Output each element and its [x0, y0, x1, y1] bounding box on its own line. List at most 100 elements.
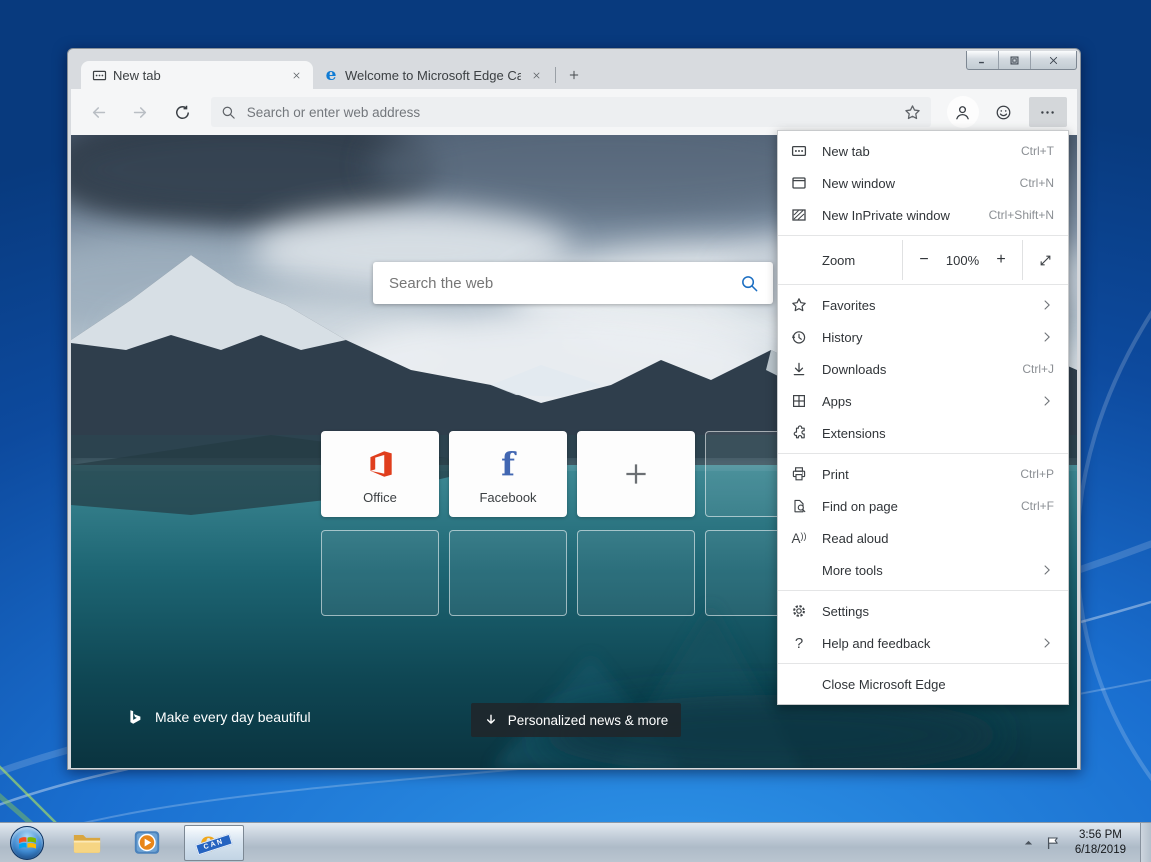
chevron-up-icon	[1022, 836, 1035, 849]
close-icon	[1048, 55, 1059, 66]
window-titlebar	[71, 49, 1077, 61]
smiley-icon	[995, 104, 1012, 121]
menu-item-new-inprivate-window[interactable]: New InPrivate window Ctrl+Shift+N	[778, 199, 1068, 231]
chevron-right-icon	[1040, 394, 1054, 408]
taskbar-clock[interactable]: 3:56 PM 6/18/2019	[1071, 828, 1130, 858]
refresh-icon	[174, 104, 191, 121]
bing-attribution[interactable]: Make every day beautiful	[127, 709, 311, 725]
menu-separator	[778, 284, 1068, 285]
menu-item-history[interactable]: History	[778, 321, 1068, 353]
tab-separator	[555, 67, 556, 83]
facebook-logo: f	[501, 444, 515, 484]
new-window-icon	[791, 175, 807, 191]
fullscreen-button[interactable]	[1022, 240, 1068, 280]
minimize-button[interactable]	[967, 51, 999, 69]
menu-item-new-window[interactable]: New window Ctrl+N	[778, 167, 1068, 199]
favorites-star-icon[interactable]	[904, 104, 921, 121]
close-window-button[interactable]	[1031, 51, 1076, 69]
forward-arrow-icon	[132, 104, 149, 121]
extensions-icon	[791, 425, 807, 441]
tab-close-icon[interactable]	[287, 66, 305, 84]
taskbar-windows-explorer[interactable]	[70, 826, 104, 860]
feedback-button[interactable]	[988, 96, 1020, 128]
edge-logo-icon: e	[323, 67, 339, 83]
menu-item-close-microsoft-edge[interactable]: Close Microsoft Edge	[778, 668, 1068, 700]
taskbar-edge-canary-active[interactable]: e CAN	[184, 825, 244, 861]
download-icon	[791, 361, 807, 377]
tile-empty[interactable]	[321, 530, 439, 616]
forward-button[interactable]	[127, 98, 155, 126]
menu-separator	[778, 663, 1068, 664]
ntp-search-input[interactable]	[387, 274, 740, 293]
tab-close-icon[interactable]	[527, 66, 545, 84]
taskbar: e CAN 3:56 PM 6/18/2019	[0, 822, 1151, 862]
menu-item-favorites[interactable]: Favorites	[778, 289, 1068, 321]
tab-title: New tab	[113, 68, 281, 83]
taskbar-media-player[interactable]	[130, 826, 164, 860]
maximize-button[interactable]	[999, 51, 1031, 69]
back-arrow-icon	[90, 104, 107, 121]
menu-item-apps[interactable]: Apps	[778, 385, 1068, 417]
edge-canary-icon: e CAN	[199, 829, 229, 857]
desktop: New tab e Welcome to Microsoft Edge Can	[0, 0, 1151, 862]
new-tab-page-icon	[91, 67, 107, 83]
tab-new-tab[interactable]: New tab	[81, 61, 313, 89]
chevron-right-icon	[1040, 563, 1054, 577]
inprivate-icon	[791, 207, 807, 223]
menu-item-read-aloud[interactable]: Read aloud	[778, 522, 1068, 554]
print-icon	[791, 466, 807, 482]
show-desktop-button[interactable]	[1140, 823, 1151, 862]
personalized-news-button[interactable]: Personalized news & more	[471, 703, 681, 737]
tile-empty[interactable]	[449, 530, 567, 616]
menu-item-more-tools[interactable]: More tools	[778, 554, 1068, 586]
search-icon[interactable]	[740, 274, 759, 293]
tab-strip: New tab e Welcome to Microsoft Edge Can	[71, 61, 1077, 89]
zoom-in-button[interactable]: +	[992, 251, 1010, 269]
navigation-toolbar	[71, 89, 1077, 135]
tile-facebook[interactable]: f Facebook	[449, 431, 567, 517]
help-icon	[791, 635, 807, 651]
show-hidden-icons-button[interactable]	[1022, 836, 1035, 849]
menu-item-help-and-feedback[interactable]: Help and feedback	[778, 627, 1068, 659]
zoom-out-button[interactable]: −	[915, 251, 933, 269]
plus-icon	[568, 69, 580, 81]
menu-item-downloads[interactable]: Downloads Ctrl+J	[778, 353, 1068, 385]
menu-item-settings[interactable]: Settings	[778, 595, 1068, 627]
tile-office[interactable]: Office	[321, 431, 439, 517]
start-button[interactable]	[10, 826, 44, 860]
address-bar[interactable]	[211, 97, 931, 127]
bing-logo	[127, 709, 144, 725]
fullscreen-icon	[1038, 253, 1053, 268]
new-tab-button[interactable]	[562, 63, 586, 87]
menu-item-extensions[interactable]: Extensions	[778, 417, 1068, 449]
tab-welcome[interactable]: e Welcome to Microsoft Edge Can	[313, 61, 553, 89]
tab-title: Welcome to Microsoft Edge Can	[345, 68, 521, 83]
back-button[interactable]	[85, 98, 113, 126]
office-logo	[363, 444, 397, 484]
menu-item-print[interactable]: Print Ctrl+P	[778, 458, 1068, 490]
ntp-search-box[interactable]	[373, 262, 773, 304]
menu-item-new-tab[interactable]: New tab Ctrl+T	[778, 135, 1068, 167]
menu-item-find-on-page[interactable]: Find on page Ctrl+F	[778, 490, 1068, 522]
toolbar-right-icons	[947, 96, 1067, 128]
history-icon	[791, 329, 807, 345]
system-tray: 3:56 PM 6/18/2019	[1022, 823, 1151, 862]
star-icon	[791, 297, 807, 313]
refresh-button[interactable]	[169, 98, 197, 126]
maximize-icon	[1009, 55, 1020, 66]
browser-window: New tab e Welcome to Microsoft Edge Can	[67, 48, 1081, 770]
address-input[interactable]	[245, 104, 904, 121]
chevron-right-icon	[1040, 330, 1054, 344]
tile-empty[interactable]	[577, 530, 695, 616]
clock-time: 3:56 PM	[1075, 828, 1126, 843]
plus-icon	[622, 454, 650, 494]
windows-start-orb	[18, 834, 37, 851]
flag-icon	[1045, 835, 1061, 851]
menu-separator	[778, 235, 1068, 236]
tile-add-site[interactable]	[577, 431, 695, 517]
minimize-icon	[977, 55, 988, 66]
action-center-button[interactable]	[1045, 835, 1061, 851]
settings-and-more-button[interactable]	[1029, 97, 1067, 127]
profile-button[interactable]	[947, 96, 979, 128]
ellipsis-icon	[1039, 104, 1056, 121]
